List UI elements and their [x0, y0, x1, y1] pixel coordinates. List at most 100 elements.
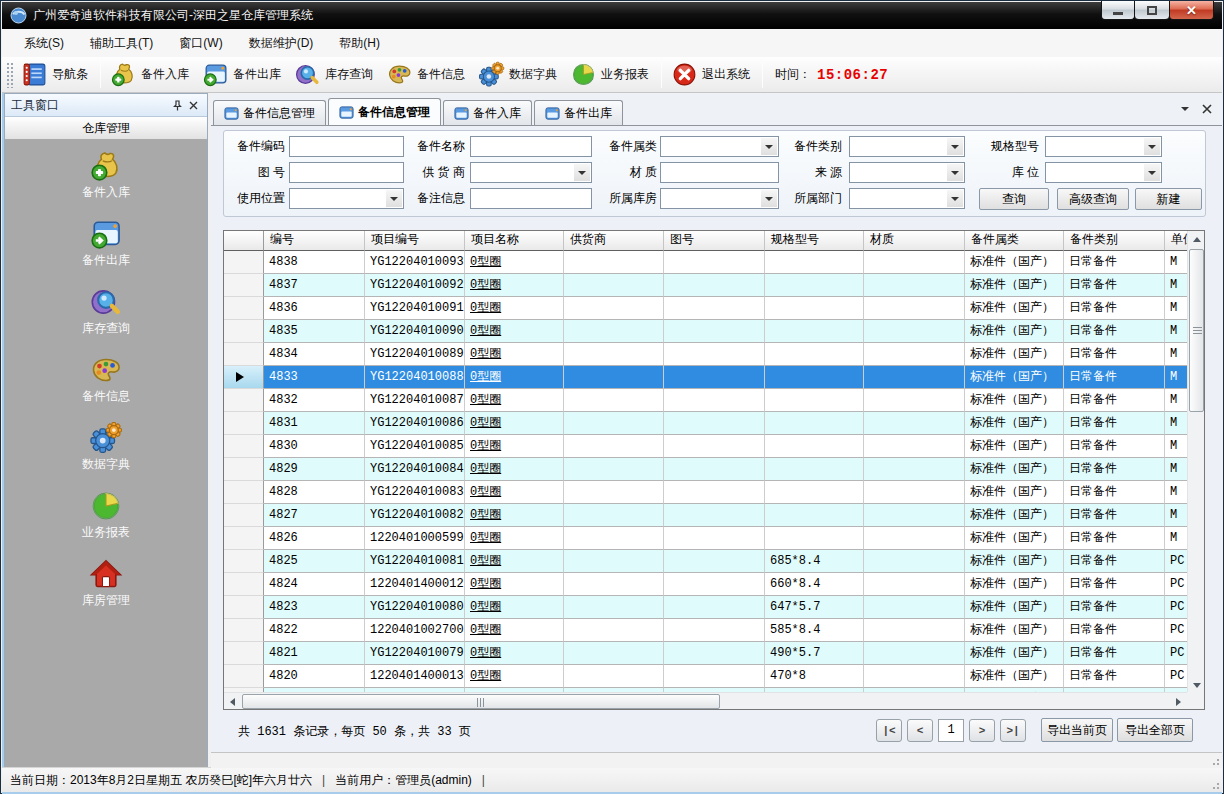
- table-cell[interactable]: 0型圈: [465, 596, 564, 619]
- table-cell[interactable]: YG12204010093: [365, 251, 465, 274]
- table-cell[interactable]: YG12204010086: [365, 412, 465, 435]
- table-cell[interactable]: 标准件（国产）: [965, 435, 1064, 458]
- table-cell[interactable]: M: [1165, 366, 1187, 389]
- table-cell[interactable]: 4823: [264, 596, 365, 619]
- column-header-8[interactable]: 备件类别: [1064, 231, 1165, 251]
- table-cell[interactable]: M: [1165, 412, 1187, 435]
- table-cell[interactable]: [564, 274, 664, 297]
- close-button[interactable]: ✕: [1169, 1, 1214, 20]
- table-cell[interactable]: [765, 527, 864, 550]
- form-select-10[interactable]: [289, 188, 404, 209]
- table-cell[interactable]: [564, 665, 664, 688]
- row-selector-cell[interactable]: [224, 550, 264, 573]
- table-cell[interactable]: [864, 504, 965, 527]
- maximize-button[interactable]: [1135, 1, 1169, 20]
- table-cell[interactable]: [864, 665, 965, 688]
- table-cell[interactable]: 标准件（国产）: [965, 251, 1064, 274]
- table-cell[interactable]: 1220401400013: [365, 665, 465, 688]
- table-cell[interactable]: [564, 343, 664, 366]
- table-cell[interactable]: PC: [1165, 596, 1187, 619]
- table-cell[interactable]: [864, 550, 965, 573]
- pin-icon[interactable]: [169, 97, 185, 113]
- table-cell[interactable]: [564, 527, 664, 550]
- toolbar-button-parts-inbound[interactable]: 备件入库: [105, 59, 197, 90]
- table-cell[interactable]: [664, 550, 765, 573]
- row-selector-cell[interactable]: [224, 504, 264, 527]
- table-cell[interactable]: 4821: [264, 642, 365, 665]
- toolbar-button-data-dictionary[interactable]: 数据字典: [473, 59, 565, 90]
- table-cell[interactable]: 0型圈: [465, 297, 564, 320]
- table-cell[interactable]: PC: [1165, 665, 1187, 688]
- table-cell[interactable]: 4824: [264, 573, 365, 596]
- table-cell[interactable]: [864, 596, 965, 619]
- table-row[interactable]: 4825YG122040100810型圈685*8.4标准件（国产）日常备件PC: [224, 550, 1187, 573]
- menu-item-1[interactable]: 辅助工具(T): [77, 31, 166, 56]
- column-header-5[interactable]: 规格型号: [765, 231, 864, 251]
- table-cell[interactable]: 日常备件: [1064, 458, 1165, 481]
- row-selector-cell[interactable]: [224, 435, 264, 458]
- table-cell[interactable]: [564, 297, 664, 320]
- table-cell[interactable]: 4834: [264, 343, 365, 366]
- table-cell[interactable]: [664, 320, 765, 343]
- table-row[interactable]: 4831YG122040100860型圈标准件（国产）日常备件M: [224, 412, 1187, 435]
- table-row[interactable]: 4823YG122040100800型圈647*5.7标准件（国产）日常备件PC: [224, 596, 1187, 619]
- table-cell[interactable]: [664, 504, 765, 527]
- table-cell[interactable]: [864, 619, 965, 642]
- table-cell[interactable]: [564, 389, 664, 412]
- table-cell[interactable]: 0型圈: [465, 481, 564, 504]
- menu-item-2[interactable]: 窗口(W): [166, 31, 235, 56]
- dropdown-arrow-icon[interactable]: [947, 138, 963, 155]
- table-cell[interactable]: [765, 366, 864, 389]
- table-cell[interactable]: [765, 412, 864, 435]
- sidebar-item-parts-info[interactable]: 备件信息: [82, 353, 130, 403]
- table-cell[interactable]: 日常备件: [1064, 504, 1165, 527]
- tab-2[interactable]: 备件入库: [443, 100, 532, 125]
- table-cell[interactable]: 标准件（国产）: [965, 596, 1064, 619]
- table-cell[interactable]: [564, 435, 664, 458]
- form-select-8[interactable]: [849, 162, 965, 183]
- table-cell[interactable]: 4831: [264, 412, 365, 435]
- row-selector-cell[interactable]: [224, 297, 264, 320]
- table-cell[interactable]: PC: [1165, 550, 1187, 573]
- table-cell[interactable]: [664, 274, 765, 297]
- table-row[interactable]: 4834YG122040100890型圈标准件（国产）日常备件M: [224, 343, 1187, 366]
- table-cell[interactable]: [564, 573, 664, 596]
- table-row[interactable]: 4830YG122040100850型圈标准件（国产）日常备件M: [224, 435, 1187, 458]
- tab-list-icon[interactable]: [1178, 103, 1192, 115]
- tab-0[interactable]: 备件信息管理: [213, 100, 326, 125]
- table-row[interactable]: 4836YG122040100910型圈标准件（国产）日常备件M: [224, 297, 1187, 320]
- table-cell[interactable]: 日常备件: [1064, 297, 1165, 320]
- table-cell[interactable]: 4820: [264, 665, 365, 688]
- table-cell[interactable]: YG12204010082: [365, 504, 465, 527]
- row-selector-cell[interactable]: [224, 665, 264, 688]
- dropdown-arrow-icon[interactable]: [1144, 164, 1160, 181]
- table-cell[interactable]: 0型圈: [465, 527, 564, 550]
- row-selector-cell[interactable]: [224, 389, 264, 412]
- first-page-button[interactable]: |<: [876, 719, 902, 742]
- table-cell[interactable]: [765, 297, 864, 320]
- table-cell[interactable]: 标准件（国产）: [965, 573, 1064, 596]
- table-cell[interactable]: 0型圈: [465, 550, 564, 573]
- table-cell[interactable]: 日常备件: [1064, 481, 1165, 504]
- form-input-11[interactable]: [470, 188, 592, 209]
- table-cell[interactable]: [864, 251, 965, 274]
- row-selector-cell[interactable]: [224, 573, 264, 596]
- table-cell[interactable]: [664, 343, 765, 366]
- table-cell[interactable]: [664, 596, 765, 619]
- table-row[interactable]: 482212204010027000型圈585*8.4标准件（国产）日常备件PC: [224, 619, 1187, 642]
- table-cell[interactable]: M: [1165, 481, 1187, 504]
- table-cell[interactable]: [564, 504, 664, 527]
- table-cell[interactable]: 标准件（国产）: [965, 320, 1064, 343]
- toolbar-button-business-report[interactable]: 业务报表: [565, 59, 657, 90]
- table-cell[interactable]: M: [1165, 504, 1187, 527]
- row-selector-cell[interactable]: [224, 320, 264, 343]
- table-cell[interactable]: [864, 366, 965, 389]
- table-cell[interactable]: [864, 343, 965, 366]
- table-cell[interactable]: 标准件（国产）: [965, 389, 1064, 412]
- table-cell[interactable]: YG12204010088: [365, 366, 465, 389]
- table-cell[interactable]: M: [1165, 527, 1187, 550]
- table-row[interactable]: 4832YG122040100870型圈标准件（国产）日常备件M: [224, 389, 1187, 412]
- table-cell[interactable]: [664, 412, 765, 435]
- column-header-6[interactable]: 材质: [864, 231, 965, 251]
- dropdown-arrow-icon[interactable]: [574, 164, 590, 181]
